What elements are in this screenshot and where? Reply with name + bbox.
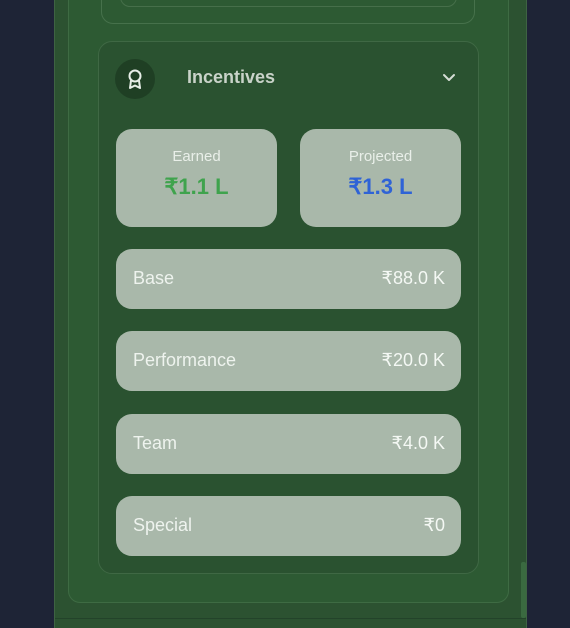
row-label: Team — [133, 433, 178, 453]
previous-section-inner — [120, 0, 457, 7]
row-value: ₹0 — [423, 515, 445, 535]
projected-value: ₹1.3 L — [348, 174, 413, 199]
row-value: ₹4.0 K — [391, 433, 445, 453]
row-value: ₹20.0 K — [381, 350, 446, 370]
incentive-row-team: Team ₹4.0 K — [116, 414, 461, 474]
award-icon — [115, 59, 155, 99]
incentive-row-special: Special ₹0 — [116, 496, 461, 556]
incentive-row-performance: Performance ₹20.0 K — [116, 331, 461, 391]
row-label: Base — [133, 268, 175, 288]
row-label: Performance — [133, 350, 237, 370]
app-screen: Incentives Earned ₹1.1 L Projected ₹1.3 … — [54, 0, 527, 628]
bottom-nav-edge — [55, 618, 526, 628]
earned-label: Earned — [172, 148, 221, 165]
section-title: Incentives — [187, 67, 276, 87]
earned-tile: Earned ₹1.1 L — [116, 129, 277, 227]
earned-value: ₹1.1 L — [164, 174, 229, 199]
row-value: ₹88.0 K — [381, 268, 446, 288]
row-label: Special — [133, 515, 193, 535]
incentive-row-base: Base ₹88.0 K — [116, 249, 461, 309]
projected-label: Projected — [348, 148, 413, 165]
projected-tile: Projected ₹1.3 L — [300, 129, 461, 227]
chevron-down-icon[interactable] — [441, 70, 457, 86]
scrollbar-thumb[interactable] — [521, 562, 526, 618]
